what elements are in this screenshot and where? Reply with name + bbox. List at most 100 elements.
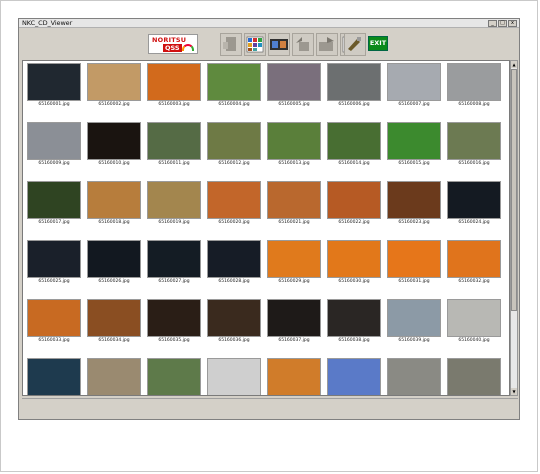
thumbnail-image[interactable] bbox=[27, 181, 81, 219]
thumbnail-image[interactable] bbox=[447, 240, 501, 278]
thumbnail-image[interactable] bbox=[327, 122, 381, 160]
thumbnail-item[interactable]: 65160046.jpg bbox=[326, 358, 382, 395]
thumbnail-item[interactable]: 65160047.jpg bbox=[386, 358, 442, 395]
tools-button[interactable] bbox=[344, 33, 366, 56]
thumbnail-image[interactable] bbox=[267, 63, 321, 101]
thumbnail-image[interactable] bbox=[207, 299, 261, 337]
thumbnail-item[interactable]: 65160016.jpg bbox=[446, 122, 502, 173]
thumbnail-item[interactable]: 65160023.jpg bbox=[386, 181, 442, 232]
vertical-scrollbar[interactable]: ▲ ▼ bbox=[510, 60, 518, 396]
thumbnail-image[interactable] bbox=[387, 122, 441, 160]
thumbnail-image[interactable] bbox=[207, 181, 261, 219]
thumbnail-item[interactable]: 65160004.jpg bbox=[206, 63, 262, 114]
thumbnail-image[interactable] bbox=[147, 240, 201, 278]
thumbnail-image[interactable] bbox=[87, 299, 141, 337]
thumbnail-item[interactable]: 65160048.jpg bbox=[446, 358, 502, 395]
thumbnail-image[interactable] bbox=[387, 181, 441, 219]
thumbnail-item[interactable]: 65160038.jpg bbox=[326, 299, 382, 350]
thumbnail-item[interactable]: 65160024.jpg bbox=[446, 181, 502, 232]
thumbnail-item[interactable]: 65160026.jpg bbox=[86, 240, 142, 291]
thumbnail-item[interactable]: 65160033.jpg bbox=[26, 299, 82, 350]
thumbnail-image[interactable] bbox=[147, 63, 201, 101]
thumbnail-image[interactable] bbox=[447, 299, 501, 337]
thumbnail-image[interactable] bbox=[207, 63, 261, 101]
thumbnail-item[interactable]: 65160002.jpg bbox=[86, 63, 142, 114]
thumbnail-viewport[interactable]: 65160001.jpg 65160002.jpg 65160003.jpg 6516… bbox=[22, 60, 510, 396]
thumbnail-item[interactable]: 65160017.jpg bbox=[26, 181, 82, 232]
thumbnail-item[interactable]: 65160037.jpg bbox=[266, 299, 322, 350]
thumbnail-image[interactable] bbox=[147, 122, 201, 160]
thumbnail-item[interactable]: 65160015.jpg bbox=[386, 122, 442, 173]
thumbnail-item[interactable]: 65160029.jpg bbox=[266, 240, 322, 291]
thumbnail-image[interactable] bbox=[87, 358, 141, 395]
thumbnail-image[interactable] bbox=[207, 240, 261, 278]
thumbnail-item[interactable]: 65160010.jpg bbox=[86, 122, 142, 173]
thumbnail-image[interactable] bbox=[147, 181, 201, 219]
thumbnail-image[interactable] bbox=[387, 240, 441, 278]
hand-tool-button[interactable] bbox=[220, 33, 242, 56]
thumbnail-item[interactable]: 65160012.jpg bbox=[206, 122, 262, 173]
thumbnail-item[interactable]: 65160041.jpg bbox=[26, 358, 82, 395]
thumbnail-image[interactable] bbox=[387, 63, 441, 101]
thumbnail-item[interactable]: 65160006.jpg bbox=[326, 63, 382, 114]
thumbnail-item[interactable]: 65160011.jpg bbox=[146, 122, 202, 173]
thumbnail-item[interactable]: 65160003.jpg bbox=[146, 63, 202, 114]
thumbnail-image[interactable] bbox=[387, 358, 441, 395]
filmstrip-button[interactable] bbox=[268, 33, 290, 56]
thumbnail-image[interactable] bbox=[207, 358, 261, 395]
thumbnail-image[interactable] bbox=[27, 63, 81, 101]
thumbnail-image[interactable] bbox=[267, 299, 321, 337]
thumbnail-image[interactable] bbox=[147, 299, 201, 337]
thumbnail-item[interactable]: 65160031.jpg bbox=[386, 240, 442, 291]
thumbnail-item[interactable]: 65160040.jpg bbox=[446, 299, 502, 350]
thumbnail-item[interactable]: 65160025.jpg bbox=[26, 240, 82, 291]
thumbnail-item[interactable]: 65160032.jpg bbox=[446, 240, 502, 291]
thumbnail-image[interactable] bbox=[87, 122, 141, 160]
thumbnail-item[interactable]: 65160013.jpg bbox=[266, 122, 322, 173]
thumbnail-item[interactable]: 65160014.jpg bbox=[326, 122, 382, 173]
thumbnail-item[interactable]: 65160028.jpg bbox=[206, 240, 262, 291]
thumbnail-item[interactable]: 65160018.jpg bbox=[86, 181, 142, 232]
thumbnail-item[interactable]: 65160007.jpg bbox=[386, 63, 442, 114]
thumbnail-image[interactable] bbox=[447, 63, 501, 101]
noritsu-qss-button[interactable]: NORITSU QSS bbox=[148, 34, 198, 54]
thumbnail-item[interactable]: 65160030.jpg bbox=[326, 240, 382, 291]
title-bar[interactable]: NKC_CD_Viewer _ □ x bbox=[19, 19, 519, 28]
thumbnail-item[interactable]: 65160005.jpg bbox=[266, 63, 322, 114]
thumbnail-image[interactable] bbox=[327, 299, 381, 337]
thumbnail-image[interactable] bbox=[87, 240, 141, 278]
thumbnail-item[interactable]: 65160020.jpg bbox=[206, 181, 262, 232]
thumbnail-image[interactable] bbox=[447, 358, 501, 395]
thumbnail-image[interactable] bbox=[447, 181, 501, 219]
thumbnail-image[interactable] bbox=[27, 122, 81, 160]
thumbnail-item[interactable]: 65160001.jpg bbox=[26, 63, 82, 114]
thumbnail-item[interactable]: 65160021.jpg bbox=[266, 181, 322, 232]
thumbnail-item[interactable]: 65160009.jpg bbox=[26, 122, 82, 173]
thumbnail-image[interactable] bbox=[267, 181, 321, 219]
thumbnail-image[interactable] bbox=[267, 358, 321, 395]
thumbnail-image[interactable] bbox=[387, 299, 441, 337]
thumbnail-image[interactable] bbox=[87, 181, 141, 219]
close-button[interactable]: x bbox=[508, 20, 517, 27]
thumbnail-item[interactable]: 65160043.jpg bbox=[146, 358, 202, 395]
exit-button[interactable]: EXIT bbox=[368, 36, 388, 51]
thumbnail-item[interactable]: 65160039.jpg bbox=[386, 299, 442, 350]
thumbnail-image[interactable] bbox=[27, 240, 81, 278]
thumbnail-item[interactable]: 65160019.jpg bbox=[146, 181, 202, 232]
scrollbar-thumb[interactable] bbox=[511, 69, 517, 311]
thumbnail-image[interactable] bbox=[207, 122, 261, 160]
thumbnail-image[interactable] bbox=[267, 122, 321, 160]
thumbnail-item[interactable]: 65160035.jpg bbox=[146, 299, 202, 350]
scroll-up-arrow-icon[interactable]: ▲ bbox=[511, 61, 517, 68]
thumbnail-item[interactable]: 65160022.jpg bbox=[326, 181, 382, 232]
thumbnail-image[interactable] bbox=[447, 122, 501, 160]
thumbnail-item[interactable]: 65160036.jpg bbox=[206, 299, 262, 350]
scroll-down-arrow-icon[interactable]: ▼ bbox=[511, 388, 517, 395]
thumbnail-item[interactable]: 65160008.jpg bbox=[446, 63, 502, 114]
thumbnail-item[interactable]: 65160027.jpg bbox=[146, 240, 202, 291]
open-folder-button[interactable] bbox=[316, 33, 338, 56]
thumbnail-item[interactable]: 65160044.jpg bbox=[206, 358, 262, 395]
thumbnail-item[interactable]: 65160034.jpg bbox=[86, 299, 142, 350]
thumbnail-image[interactable] bbox=[87, 63, 141, 101]
thumbnail-image[interactable] bbox=[327, 181, 381, 219]
